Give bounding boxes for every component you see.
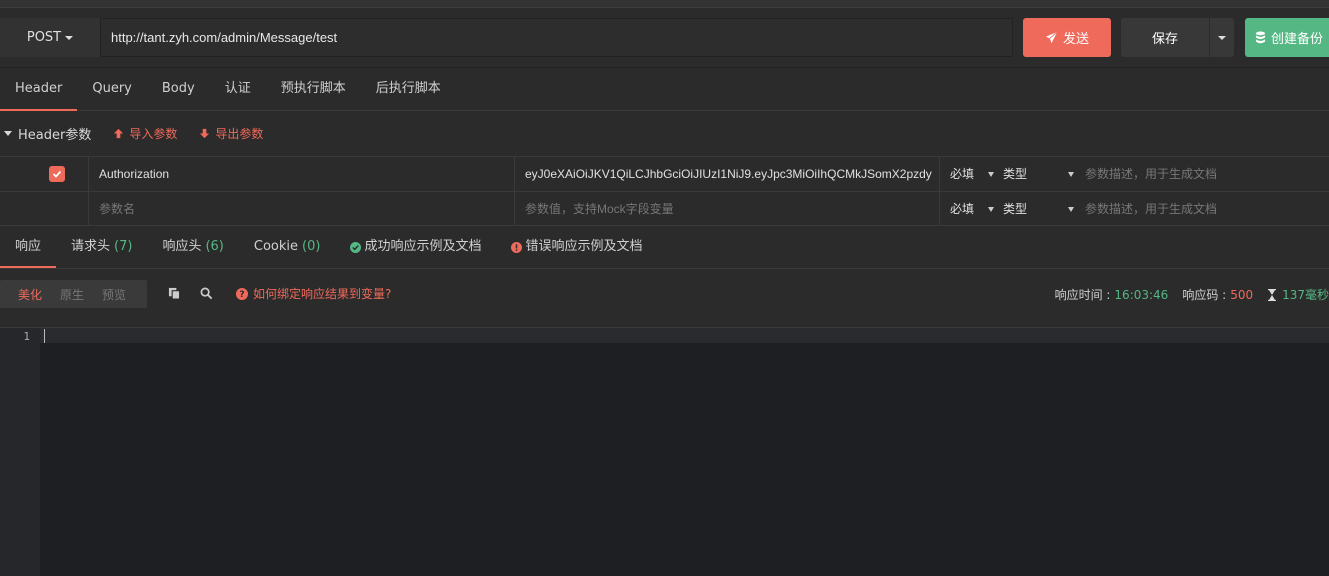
tab-success-doc[interactable]: 成功响应示例及文档: [335, 226, 496, 268]
line-number: 1: [23, 330, 30, 343]
export-params-label: 导出参数: [215, 127, 264, 141]
caret-down-icon: [1068, 207, 1074, 212]
response-time-label: 响应时间 :: [1054, 288, 1111, 302]
save-button[interactable]: 保存: [1121, 18, 1209, 57]
caret-down-icon: [988, 207, 994, 212]
header-params-table: Authorization eyJ0eXAiOiJKV1QiLCJhbGciOi…: [0, 156, 1329, 226]
tab-response-headers-label: 响应头: [162, 239, 202, 254]
response-duration: 137毫秒: [1282, 288, 1329, 302]
paper-plane-icon: [1045, 31, 1058, 44]
tab-auth[interactable]: 认证: [210, 68, 266, 111]
type-label: 类型: [1003, 202, 1028, 216]
response-tabs: 响应 请求头 (7) 响应头 (6) Cookie (0) 成功响应示例及文档 …: [0, 226, 1329, 269]
tab-body[interactable]: Body: [147, 68, 210, 111]
caret-down-icon: [988, 172, 994, 177]
save-dropdown-button[interactable]: [1210, 18, 1234, 57]
caret-down-icon: [1068, 172, 1074, 177]
response-meta: 响应时间 : 16:03:46 响应码 : 500 137毫秒: [1055, 286, 1329, 303]
editor-gutter: 1: [0, 328, 40, 576]
url-input[interactable]: [100, 18, 1013, 57]
bind-help-label: 如何绑定响应结果到变量?: [253, 287, 392, 301]
row-checkbox-cell: [0, 157, 89, 191]
row-checkbox-cell: [0, 192, 89, 226]
search-icon[interactable]: [200, 287, 213, 300]
tab-pre-script[interactable]: 预执行脚本: [266, 68, 361, 111]
required-label: 必填: [950, 167, 975, 181]
create-backup-button[interactable]: 创建备份: [1245, 18, 1329, 57]
required-label: 必填: [950, 202, 975, 216]
request-tabs: Header Query Body 认证 预执行脚本 后执行脚本: [0, 68, 1329, 111]
param-value-input[interactable]: eyJ0eXAiOiJKV1QiLCJhbGciOiJIUzI1NiJ9.eyJ…: [515, 157, 940, 191]
header-params-title: Header参数: [18, 128, 92, 143]
type-select[interactable]: 类型: [1000, 157, 1080, 191]
request-headers-count: (7): [114, 239, 133, 254]
check-icon: [52, 170, 62, 178]
editor-cursor: [44, 329, 45, 343]
response-code-label: 响应码 :: [1182, 288, 1227, 302]
tab-cookie[interactable]: Cookie (0): [239, 226, 336, 268]
table-row: Authorization eyJ0eXAiOiJKV1QiLCJhbGciOi…: [0, 156, 1329, 191]
database-icon: [1255, 31, 1266, 44]
response-code-value: 500: [1230, 287, 1254, 302]
tab-cookie-label: Cookie: [253, 239, 299, 254]
send-button[interactable]: 发送: [1023, 18, 1111, 57]
tab-error-doc-label: 错误响应示例及文档: [525, 239, 643, 254]
tab-header[interactable]: Header: [0, 68, 78, 111]
row-checkbox[interactable]: [49, 166, 65, 182]
response-headers-count: (6): [205, 239, 224, 254]
header-params-toolbar: Header参数 导入参数 导出参数: [0, 111, 1329, 156]
response-editor[interactable]: 1: [0, 328, 1329, 576]
bind-help-link[interactable]: ? 如何绑定响应结果到变量?: [236, 285, 391, 302]
new-param-value-input[interactable]: 参数值，支持Mock字段变量: [515, 192, 940, 226]
method-label: POST: [26, 30, 62, 45]
mode-raw[interactable]: 原生: [60, 286, 84, 303]
import-params-button[interactable]: 导入参数: [113, 125, 177, 142]
tab-request-headers[interactable]: 请求头 (7): [56, 226, 147, 268]
mode-beautify[interactable]: 美化: [18, 286, 42, 303]
tab-request-headers-label: 请求头: [71, 239, 111, 254]
new-type-select[interactable]: 类型: [1000, 192, 1080, 226]
save-label: 保存: [1151, 32, 1178, 47]
backup-label: 创建备份: [1271, 32, 1324, 47]
tab-response-headers[interactable]: 响应头 (6): [147, 226, 238, 268]
response-toolbar: 美化 原生 预览 ? 如何绑定响应结果到变量? 响应时间 : 16:03:46 …: [0, 269, 1329, 328]
chevron-down-icon: [65, 35, 74, 40]
tab-success-doc-label: 成功响应示例及文档: [364, 239, 482, 254]
view-mode-switch: 美化 原生 预览: [0, 280, 147, 308]
arrow-up-icon: [114, 128, 124, 139]
caret-down-icon: [4, 131, 12, 136]
hourglass-icon: [1268, 288, 1277, 301]
copy-icon[interactable]: [168, 287, 181, 300]
response-time-value: 16:03:46: [1114, 287, 1169, 302]
mode-preview[interactable]: 预览: [102, 286, 126, 303]
top-strip: [0, 0, 1329, 8]
active-line: [40, 328, 1329, 343]
cookie-count: (0): [302, 239, 321, 254]
check-circle-icon: [350, 241, 362, 253]
table-row-new: 参数名 参数值，支持Mock字段变量 必填 类型 参数描述，用于生成文档: [0, 191, 1329, 226]
exclamation-circle-icon: [511, 241, 523, 253]
send-label: 发送: [1062, 32, 1089, 47]
required-select[interactable]: 必填: [940, 157, 1000, 191]
tab-post-script[interactable]: 后执行脚本: [361, 68, 456, 111]
chevron-down-icon: [1218, 35, 1226, 40]
new-param-name-input[interactable]: 参数名: [89, 192, 515, 226]
param-name-input[interactable]: Authorization: [89, 157, 515, 191]
export-params-button[interactable]: 导出参数: [199, 125, 263, 142]
tab-query[interactable]: Query: [77, 68, 147, 111]
svg-text:?: ?: [239, 290, 244, 300]
new-required-select[interactable]: 必填: [940, 192, 1000, 226]
import-params-label: 导入参数: [129, 127, 178, 141]
method-select[interactable]: POST: [0, 18, 100, 57]
url-bar: POST 发送 保存 创建备份: [0, 8, 1329, 68]
header-params-toggle[interactable]: Header参数: [0, 124, 91, 143]
param-desc-input[interactable]: 参数描述，用于生成文档: [1080, 157, 1329, 191]
arrow-down-icon: [200, 128, 210, 139]
new-param-desc-input[interactable]: 参数描述，用于生成文档: [1080, 192, 1329, 226]
tab-error-doc[interactable]: 错误响应示例及文档: [496, 226, 657, 268]
tab-response[interactable]: 响应: [0, 226, 57, 268]
question-circle-icon: ?: [236, 287, 248, 300]
tab-response-label: 响应: [15, 239, 42, 254]
type-label: 类型: [1003, 167, 1028, 181]
